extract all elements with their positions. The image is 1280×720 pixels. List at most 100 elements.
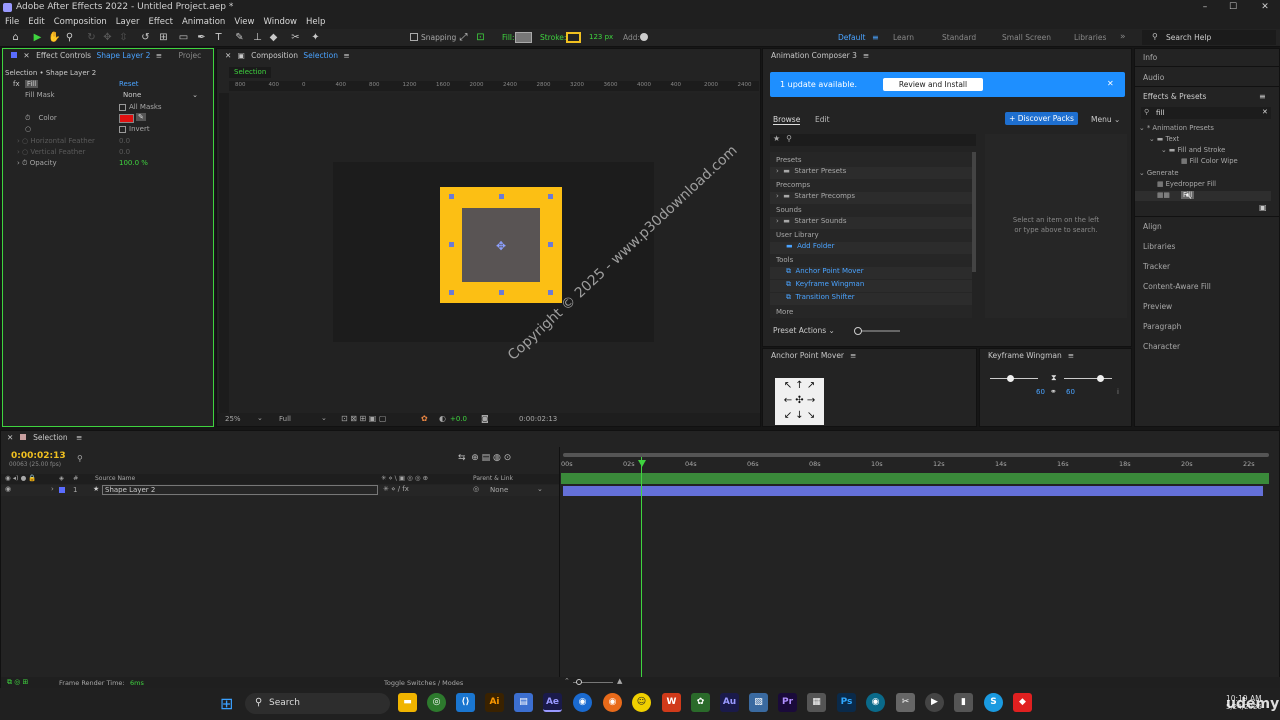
- snapshot-icon[interactable]: ◙: [481, 414, 489, 423]
- star-icon[interactable]: ★: [773, 134, 780, 143]
- edge-icon[interactable]: ◉: [866, 693, 885, 712]
- anchor-grid[interactable]: ↖ ↑ ↗ ← ✣ → ↙ ↓ ↘: [775, 378, 824, 425]
- timeline-tab[interactable]: Selection: [33, 433, 68, 442]
- tree-fill-color-wipe[interactable]: ▦ Fill Color Wipe: [1181, 157, 1238, 165]
- illustrator-icon[interactable]: Ai: [485, 693, 504, 712]
- dolly-tool-icon[interactable]: ⇳: [118, 32, 129, 43]
- all-masks-checkbox[interactable]: [119, 103, 126, 111]
- exposure-value[interactable]: +0.0: [450, 415, 467, 423]
- roto-brush-tool-icon[interactable]: ✂: [290, 32, 301, 43]
- tracker-panel-tab[interactable]: Tracker: [1143, 262, 1170, 271]
- pan-tool-icon[interactable]: ✥: [102, 32, 113, 43]
- opacity-value[interactable]: 100.0 %: [119, 159, 148, 167]
- orbit-tool-icon[interactable]: ↻: [86, 32, 97, 43]
- stroke-swatch[interactable]: [566, 32, 581, 43]
- ease-in-value[interactable]: 60: [1036, 388, 1045, 396]
- ac-list-scrollbar[interactable]: [972, 152, 976, 272]
- maximize-button[interactable]: ☐: [1218, 0, 1248, 15]
- slider-handle[interactable]: [854, 327, 862, 335]
- emoji-app-icon[interactable]: ☺: [632, 693, 651, 712]
- review-install-button[interactable]: Review and Install: [883, 78, 983, 91]
- parent-dropdown[interactable]: None: [490, 486, 508, 494]
- menu-effect[interactable]: Effect: [149, 15, 173, 29]
- menu-layer[interactable]: Layer: [116, 15, 140, 29]
- windows-start-icon[interactable]: ⊞: [220, 696, 236, 712]
- pen-tool-icon[interactable]: ✒: [196, 32, 207, 43]
- expand-icon[interactable]: ›: [51, 485, 54, 493]
- tool-item[interactable]: ⧉ Anchor Point Mover: [770, 267, 972, 279]
- skype-icon[interactable]: S: [984, 693, 1003, 712]
- discover-packs-button[interactable]: + Discover Packs: [1005, 112, 1078, 125]
- info-panel-tab[interactable]: Info: [1143, 53, 1157, 62]
- menu-animation[interactable]: Animation: [182, 15, 225, 29]
- notepad-icon[interactable]: ▤: [514, 693, 533, 712]
- timeline-search-icon[interactable]: ⚲: [77, 454, 83, 463]
- rectangle-tool-icon[interactable]: ▭: [178, 32, 189, 43]
- stroke-width-value[interactable]: 123 px: [589, 33, 613, 41]
- comp-menu-icon[interactable]: ≡: [343, 51, 349, 60]
- eraser-tool-icon[interactable]: ◆: [268, 32, 279, 43]
- close-tab-icon[interactable]: ✕: [23, 51, 29, 60]
- premiere-icon[interactable]: Pr: [778, 693, 797, 712]
- effect-controls-tab[interactable]: Effect Controls: [36, 51, 91, 60]
- minimize-button[interactable]: –: [1190, 0, 1220, 15]
- add-folder-item[interactable]: ▬ Add Folder: [770, 242, 972, 254]
- pan-behind-tool-icon[interactable]: ⊞: [158, 32, 169, 43]
- zoom-dropdown[interactable]: 25%: [225, 415, 241, 423]
- panel-menu-icon[interactable]: ≡: [156, 51, 162, 60]
- ac-menu-button[interactable]: Menu ⌄: [1091, 115, 1120, 124]
- selection-tool-icon[interactable]: ▶: [32, 32, 43, 43]
- effects-search-field[interactable]: ⚲ fill ✕: [1141, 107, 1271, 119]
- lock-icon[interactable]: ▣: [238, 51, 245, 60]
- tool-item[interactable]: ⧉ Transition Shifter: [770, 293, 972, 305]
- more-header[interactable]: More: [776, 308, 793, 316]
- preset-actions-dropdown[interactable]: Preset Actions ⌄: [773, 326, 835, 335]
- workspace-default[interactable]: Default: [838, 33, 865, 42]
- bounding-handle[interactable]: [449, 242, 454, 247]
- taskbar-search[interactable]: ⚲ Search: [245, 693, 390, 714]
- visibility-icon[interactable]: ◉: [5, 485, 11, 493]
- invert-row[interactable]: Invert: [119, 125, 150, 133]
- character-panel-tab[interactable]: Character: [1143, 342, 1180, 351]
- after-effects-taskbar-icon[interactable]: Ae: [543, 693, 562, 712]
- content-aware-panel-tab[interactable]: Content-Aware Fill: [1143, 282, 1211, 291]
- layer-switch-icons[interactable]: ✳ ⋄ / fx: [383, 485, 409, 493]
- eyedropper-icon[interactable]: ✎: [136, 113, 146, 121]
- starter-sounds-item[interactable]: › ▬ Starter Sounds: [770, 217, 972, 229]
- workspace-standard[interactable]: Standard: [942, 33, 976, 42]
- libraries-panel-tab[interactable]: Libraries: [1143, 242, 1175, 251]
- timeline-switches-icons[interactable]: ⇆ ⊕ ▤ ◍ ⊙: [458, 453, 511, 463]
- menu-help[interactable]: Help: [306, 15, 325, 29]
- ac-menu-icon[interactable]: ≡: [863, 51, 869, 60]
- type-tool-icon[interactable]: T: [213, 32, 224, 43]
- home-icon[interactable]: ⌂: [10, 32, 21, 43]
- clear-search-icon[interactable]: ✕: [1262, 108, 1268, 116]
- ease-out-slider[interactable]: [1064, 378, 1112, 379]
- bounding-handle[interactable]: [548, 290, 553, 295]
- ease-in-slider[interactable]: [990, 378, 1038, 379]
- photoshop-icon[interactable]: Ps: [837, 693, 856, 712]
- snipping-icon[interactable]: ✂: [896, 693, 915, 712]
- fill-swatch[interactable]: [515, 32, 532, 43]
- edit-tab[interactable]: Edit: [815, 115, 830, 124]
- app-icon[interactable]: ✿: [691, 693, 710, 712]
- hand-tool-icon[interactable]: ✋: [48, 32, 60, 43]
- layer-row[interactable]: ◉ › 1 ★ Shape Layer 2 ✳ ⋄ / fx ◎ None ⌄: [1, 485, 559, 496]
- anchor-point-icon[interactable]: ✥: [496, 239, 506, 253]
- rotate-tool-icon[interactable]: ↺: [140, 32, 151, 43]
- zoom-in-icon[interactable]: ▲: [617, 677, 622, 685]
- zoom-tool-icon[interactable]: ⚲: [64, 32, 75, 43]
- info-icon[interactable]: i: [1117, 388, 1119, 396]
- chrome-icon[interactable]: ◎: [427, 693, 446, 712]
- tree-text[interactable]: ⌄ ▬ Text: [1149, 135, 1179, 143]
- zoom-slider-handle[interactable]: [576, 679, 582, 685]
- firefox-icon[interactable]: ◉: [603, 693, 622, 712]
- tree-fill-selected[interactable]: ▦▦ Fill ↖: [1135, 191, 1271, 202]
- browser-icon[interactable]: ◉: [573, 693, 592, 712]
- menu-view[interactable]: View: [234, 15, 254, 29]
- ease-out-value[interactable]: 60: [1066, 388, 1075, 396]
- workspace-learn[interactable]: Learn: [893, 33, 914, 42]
- file-explorer-icon[interactable]: ▬: [398, 693, 417, 712]
- fx-toggle-icon[interactable]: fx: [13, 80, 20, 88]
- kw-menu-icon[interactable]: ≡: [1068, 351, 1074, 360]
